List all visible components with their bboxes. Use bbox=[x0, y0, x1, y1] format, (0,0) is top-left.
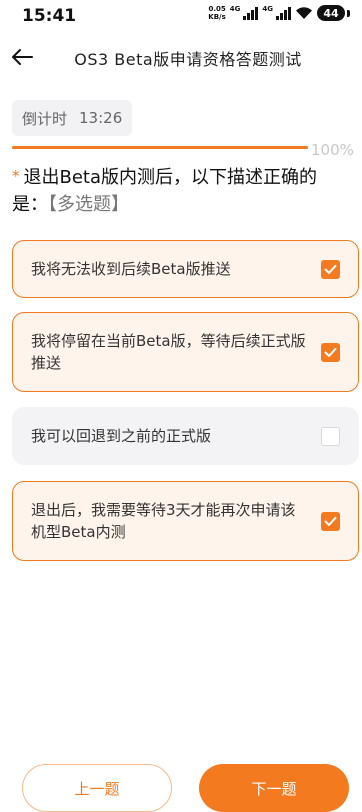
sim1-type: 4G bbox=[229, 5, 241, 13]
page-title: OS3 Beta版申请资格答题测试 bbox=[74, 50, 302, 69]
checkbox[interactable] bbox=[321, 511, 340, 531]
option-item[interactable]: 我可以回退到之前的正式版 bbox=[12, 407, 359, 465]
option-label: 我将无法收到后续Beta版推送 bbox=[31, 260, 231, 278]
status-bar: 15:41 0.05 KB/s 4G 4G 44 bbox=[0, 0, 362, 32]
option-item[interactable]: 退出后，我需要等待3天才能再次申请该机型Beta内测 bbox=[12, 481, 359, 561]
network-speed-unit: KB/s bbox=[208, 13, 226, 21]
option-label: 退出后，我需要等待3天才能再次申请该机型Beta内测 bbox=[31, 501, 296, 541]
option-item[interactable]: 我将停留在当前Beta版，等待后续正式版推送 bbox=[12, 312, 359, 392]
previous-question-button[interactable]: 上一题 bbox=[22, 764, 172, 812]
check-icon bbox=[324, 264, 337, 274]
checkbox[interactable] bbox=[321, 259, 340, 279]
next-question-button[interactable]: 下一题 bbox=[199, 764, 349, 812]
battery-nub bbox=[347, 9, 350, 17]
option-label: 我将停留在当前Beta版，等待后续正式版推送 bbox=[31, 332, 306, 372]
progress-label: 100% bbox=[311, 141, 354, 159]
network-speed-value: 0.05 bbox=[208, 5, 226, 13]
countdown-badge: 倒计时 13:26 bbox=[12, 100, 133, 136]
option-item[interactable]: 我将无法收到后续Beta版推送 bbox=[12, 240, 359, 298]
header: OS3 Beta版申请资格答题测试 bbox=[0, 38, 362, 76]
footer-nav: 上一题 下一题 bbox=[0, 764, 362, 812]
signal-icon-2 bbox=[276, 6, 291, 20]
check-icon bbox=[324, 347, 337, 357]
signal-icon bbox=[243, 6, 259, 20]
progress-bar bbox=[12, 146, 308, 149]
required-mark: * bbox=[12, 167, 20, 185]
checkbox[interactable] bbox=[321, 342, 340, 362]
option-label: 我可以回退到之前的正式版 bbox=[31, 427, 212, 445]
check-icon bbox=[324, 516, 337, 526]
progress-fill bbox=[12, 146, 308, 149]
wifi-icon bbox=[296, 7, 312, 19]
sim2-type: 4G bbox=[262, 5, 273, 13]
battery-icon: 44 bbox=[317, 5, 345, 21]
question-text: * 退出Beta版内测后，以下描述正确的是：【多选题】 bbox=[12, 163, 352, 218]
battery-level: 44 bbox=[323, 6, 339, 20]
network-speed: 0.05 KB/s bbox=[208, 5, 225, 21]
countdown-value: 13:26 bbox=[79, 109, 123, 127]
status-icons: 0.05 KB/s 4G 4G 44 bbox=[208, 5, 350, 21]
countdown-label: 倒计时 bbox=[22, 109, 68, 128]
question-type: 【多选题】 bbox=[48, 194, 129, 215]
status-time: 15:41 bbox=[22, 6, 77, 26]
checkbox[interactable] bbox=[321, 426, 340, 446]
